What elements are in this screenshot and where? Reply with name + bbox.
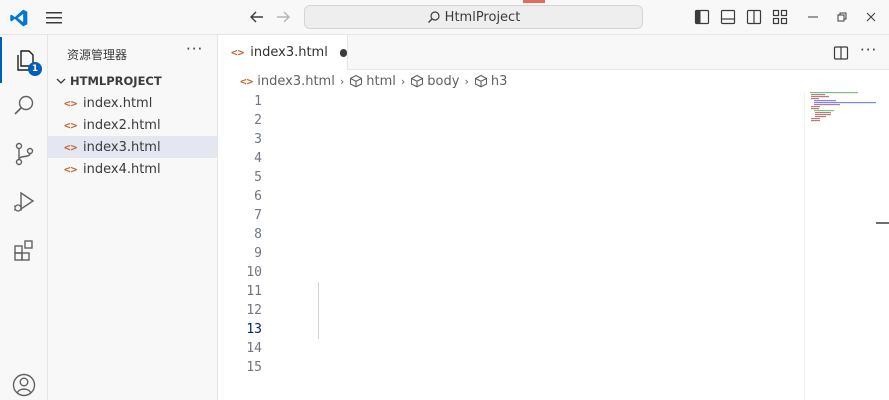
minimap[interactable] [808,92,883,122]
title-accent-mark [523,0,545,3]
line-number: 3 [254,132,262,147]
customize-layout-icon[interactable] [772,9,788,25]
activity-extensions[interactable] [0,227,48,273]
activity-explorer[interactable]: 1 [0,37,48,83]
scrollbar-cursor-marker [876,222,889,224]
breadcrumb-file[interactable]: index3.html [257,74,335,89]
line-number: 7 [254,208,262,223]
more-actions-icon[interactable]: ··· [186,42,204,61]
arrow-left-icon[interactable] [248,8,266,26]
restore-icon[interactable] [835,10,849,24]
activity-bar: 1 [0,35,48,400]
close-icon[interactable] [864,10,878,24]
folder-label: HTMLPROJECT [70,74,162,88]
line-number: 2 [254,113,262,128]
command-center-search[interactable]: HtmlProject [304,5,643,29]
title-bar: HtmlProject [0,0,889,35]
html-file-icon: <> [240,74,254,88]
toggle-primary-sidebar-icon[interactable] [694,9,710,25]
unsaved-dot-icon[interactable] [339,48,347,57]
search-icon [427,11,440,23]
run-debug-icon [14,191,35,212]
source-control-icon [15,142,34,166]
explorer-sidebar: 资源管理器 ··· HTMLPROJECT <> index.html <> i… [48,35,218,400]
arrow-right-icon[interactable] [274,8,292,26]
chevron-right-icon: › [339,74,345,88]
breadcrumb: <> index3.html › html › body › h3 [218,70,889,92]
file-item-index2[interactable]: <> index2.html [48,114,217,136]
symbol-element-icon [474,74,487,88]
symbol-element-icon [411,74,424,88]
activity-run-debug[interactable] [0,179,48,225]
search-icon [14,95,34,115]
chevron-right-icon: › [464,74,469,88]
extensions-icon [14,240,33,261]
file-label: index.html [83,95,153,111]
line-number: 5 [254,170,262,185]
split-editor-icon[interactable] [833,45,849,61]
toggle-secondary-sidebar-icon[interactable] [746,9,762,25]
line-number: 11 [246,284,262,299]
tab-index3[interactable]: <> index3.html [218,35,348,70]
editor-more-actions-icon[interactable]: ··· [860,43,876,61]
code-editor[interactable]: 1 2 3 4 5 6 7 8 9 10 11 12 13 14 15 <!--… [218,92,889,400]
file-item-index3[interactable]: <> index3.html [48,136,217,158]
html-file-icon: <> [64,162,78,176]
minimap-divider [804,92,805,400]
toggle-panel-icon[interactable] [720,9,736,25]
activity-search[interactable] [0,83,48,129]
file-label: index4.html [83,161,161,177]
chevron-down-icon [56,78,66,84]
vscode-logo-icon[interactable] [9,8,29,28]
file-label: index3.html [83,139,161,155]
line-number: 12 [246,303,262,318]
line-number: 8 [254,227,262,242]
line-number: 15 [246,360,262,375]
line-number-active: 13 [246,322,262,337]
editor-tab-bar: <> index3.html ··· [218,35,889,70]
chevron-right-icon: › [400,74,406,88]
html-file-icon: <> [64,96,78,110]
line-number: 4 [254,151,262,166]
symbol-element-icon [350,74,363,88]
file-label: index2.html [83,117,161,133]
html-file-icon: <> [64,118,78,132]
tab-label: index3.html [250,45,328,60]
line-number: 9 [254,246,262,261]
command-center-label: HtmlProject [444,9,521,25]
activity-source-control[interactable] [0,131,48,177]
line-number: 1 [254,94,262,109]
folder-htmlproject[interactable]: HTMLPROJECT [48,70,217,92]
file-item-index4[interactable]: <> index4.html [48,158,217,180]
line-number: 6 [254,189,262,204]
breadcrumb-html[interactable]: html [366,74,396,89]
line-number: 14 [246,341,262,356]
breadcrumb-h3[interactable]: h3 [491,74,508,89]
account-icon [12,373,36,397]
indent-guide [318,282,319,339]
menu-icon[interactable] [44,9,64,27]
activity-accounts[interactable] [0,362,48,400]
minimize-icon[interactable] [806,10,820,24]
sidebar-title: 资源管理器 [67,48,128,62]
line-number: 10 [246,265,262,280]
explorer-badge: 1 [28,62,42,76]
html-file-icon: <> [231,46,245,59]
breadcrumb-body[interactable]: body [427,74,459,89]
file-item-index[interactable]: <> index.html [48,92,217,114]
html-file-icon: <> [64,140,78,154]
